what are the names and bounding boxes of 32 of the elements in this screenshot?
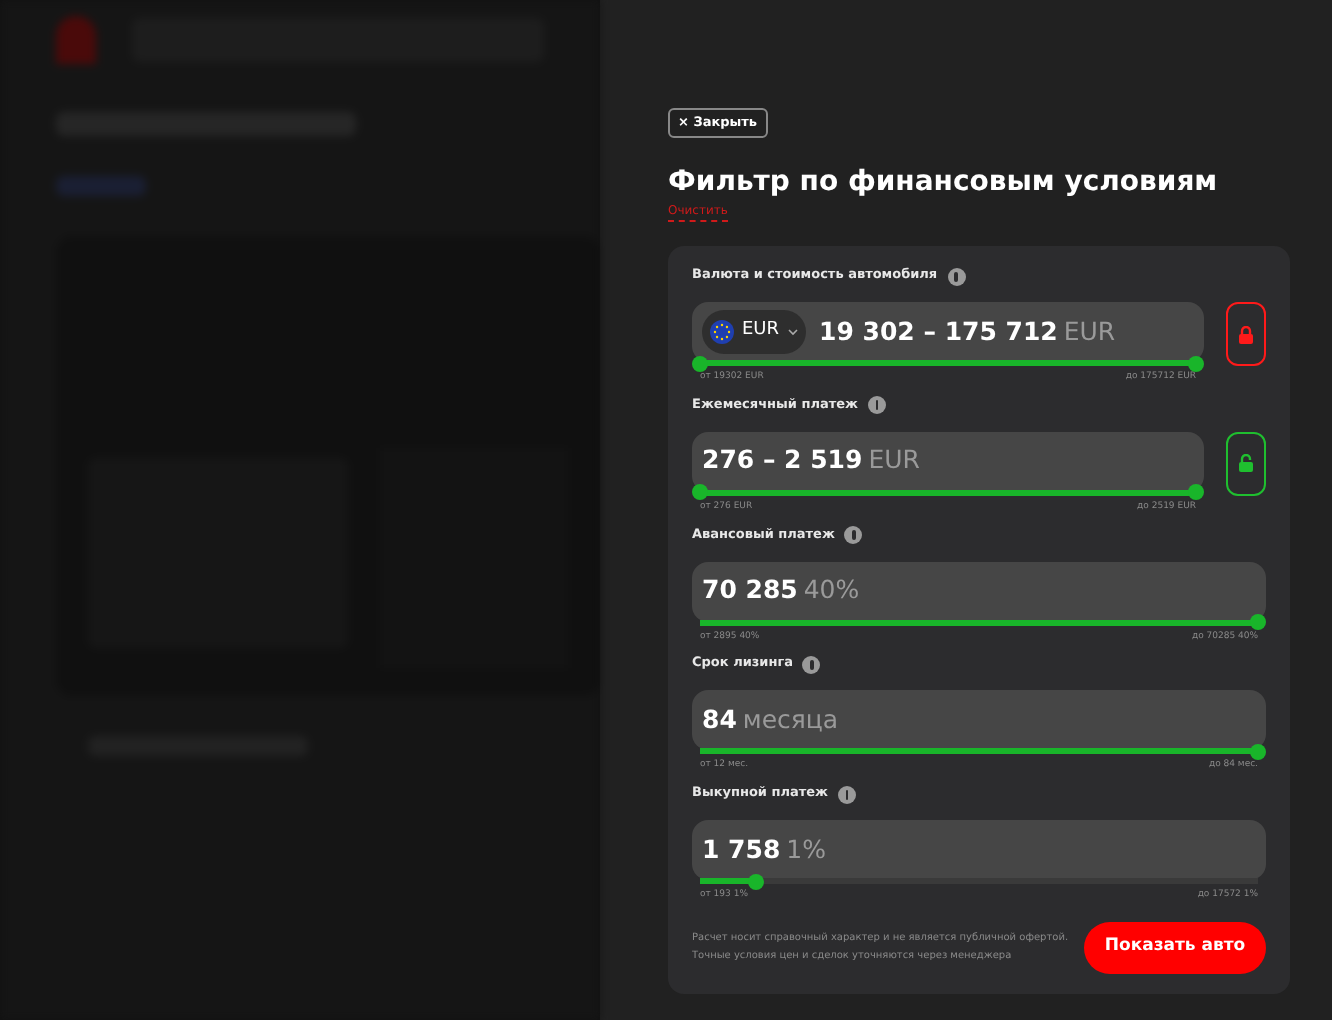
unit-text: 40% — [803, 572, 860, 609]
drawer-title: Фильтр по финансовым условиям — [668, 168, 1220, 196]
unit-text: месяца — [742, 701, 839, 738]
show-cars-button[interactable]: Показать авто — [1084, 921, 1266, 974]
unlock-button[interactable] — [1226, 431, 1266, 496]
unit-text: 1% — [786, 831, 826, 868]
value-field[interactable]: 1 758 1% — [692, 820, 1266, 880]
value-field[interactable]: 276 – 2 519 EUR — [692, 431, 1204, 492]
value-field[interactable]: EUR 19 302 – 175 712 EUR — [692, 302, 1204, 362]
currency-select[interactable]: EUR — [702, 310, 806, 354]
value-text: 1 758 — [702, 831, 781, 868]
slider-handle[interactable] — [1188, 484, 1204, 501]
info-icon[interactable] — [838, 785, 857, 803]
lock-icon — [1238, 325, 1254, 343]
value-text: 84 — [702, 701, 737, 738]
flag-icon — [710, 320, 734, 344]
slider-handle[interactable] — [692, 484, 708, 501]
unit-text: EUR — [1063, 313, 1116, 350]
info-icon[interactable] — [844, 526, 863, 544]
info-icon[interactable] — [802, 655, 821, 674]
value-text: 70 285 — [702, 572, 798, 609]
lock-button[interactable] — [1226, 302, 1266, 366]
info-icon[interactable] — [947, 267, 966, 285]
unlocked-lock-icon — [1238, 454, 1254, 473]
value-field[interactable]: 84 месяца — [692, 690, 1266, 751]
value-text: 19 302 – 175 712 — [819, 313, 1058, 350]
unit-text: EUR — [868, 442, 920, 479]
slider-handle[interactable] — [1250, 614, 1266, 630]
chevron-down-icon — [787, 328, 798, 336]
value-text: 276 – 2 519 — [702, 442, 863, 479]
value-field[interactable]: 70 285 40% — [692, 561, 1266, 621]
info-icon[interactable] — [868, 396, 886, 415]
